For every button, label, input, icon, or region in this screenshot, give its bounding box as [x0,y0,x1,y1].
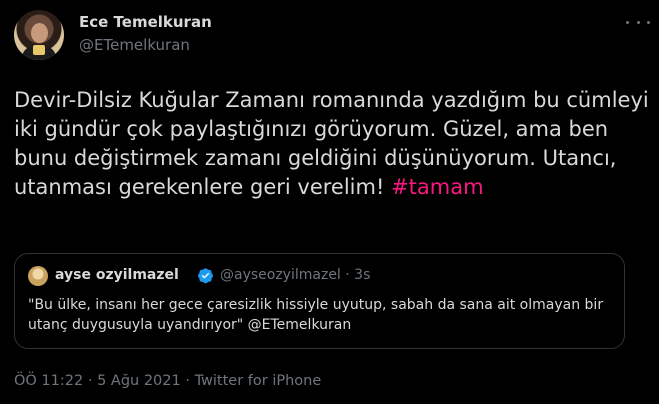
dot [626,20,629,24]
tweet-date[interactable]: 5 Ağu 2021 [97,373,181,389]
tweet-meta: ÖÖ 11:22 · 5 Ağu 2021 · Twitter for iPho… [14,372,321,390]
quote-text: "Bu ülke, insanı her gece çaresizlik his… [28,297,604,333]
hashtag-link[interactable]: #tamam [391,175,483,199]
tweet: Ece Temelkuran @ETemelkuran Devir-Dilsiz… [0,0,659,404]
quote-author-name[interactable]: ayse ozyilmazel [55,267,179,284]
quote-avatar[interactable] [28,266,48,286]
author-avatar[interactable] [14,10,64,60]
tweet-text: Devir-Dilsiz Kuğular Zamanı romanında ya… [14,86,650,202]
tweet-body: Devir-Dilsiz Kuğular Zamanı romanında ya… [14,88,649,199]
quoted-tweet[interactable]: ayse ozyilmazel @ayseozyilmazel · 3s "Bu… [14,253,625,349]
tweet-source[interactable]: Twitter for iPhone [195,373,322,389]
dot [636,20,640,24]
dot [647,20,650,24]
verified-badge-icon [198,268,213,284]
avatar-collar [33,45,45,55]
tweet-time[interactable]: ÖÖ 11:22 [14,373,83,389]
author-handle[interactable]: @ETemelkuran [79,36,190,54]
meta-separator: · [83,373,98,389]
quote-handle-time[interactable]: @ayseozyilmazel · 3s [220,267,370,284]
meta-separator: · [180,373,195,389]
avatar-face [31,23,48,43]
more-horizontal-icon[interactable] [626,12,650,32]
author-name[interactable]: Ece Temelkuran [79,13,212,31]
